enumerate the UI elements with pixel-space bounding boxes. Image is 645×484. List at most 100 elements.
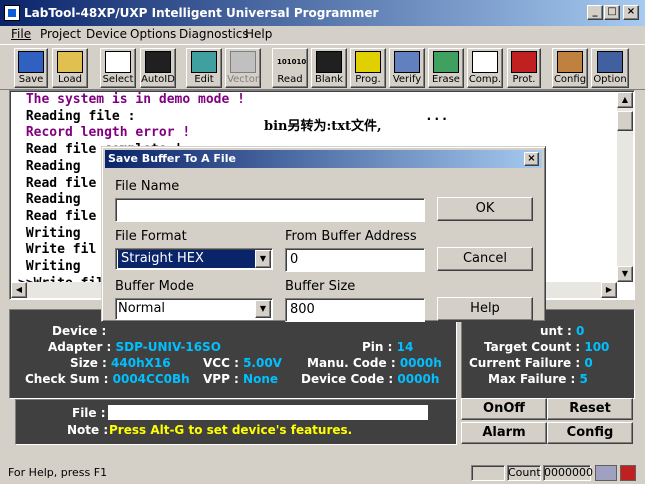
scroll-thumb[interactable] xyxy=(617,111,633,131)
menu-file[interactable]: File xyxy=(11,26,31,44)
window-title: LabTool-48XP/UXP Intelligent Universal P… xyxy=(24,6,379,20)
erase-button[interactable]: Erase xyxy=(428,48,464,88)
max-failure-row: Max Failure : 5 xyxy=(488,372,588,386)
program-button[interactable]: Prog. xyxy=(350,48,386,88)
manu-code-row: Manu. Code : 0000h xyxy=(307,356,442,370)
buffer-mode-select[interactable]: Normal ▼ xyxy=(115,298,273,320)
select-icon xyxy=(105,51,131,73)
buffer-mode-label: Buffer Mode xyxy=(115,279,195,294)
status-alert-icon xyxy=(620,465,636,481)
alarm-button[interactable]: Alarm xyxy=(461,422,547,444)
program-icon xyxy=(355,51,381,73)
from-address-label: From Buffer Address xyxy=(285,229,417,244)
adapter-row: Adapter : SDP-UNIV-16SO xyxy=(48,340,221,354)
vector-icon xyxy=(230,51,256,73)
read-icon: 101010 xyxy=(277,58,307,66)
blank-icon xyxy=(316,51,342,73)
chevron-down-icon[interactable]: ▼ xyxy=(255,300,271,318)
target-count-row: Target Count : 100 xyxy=(484,340,610,354)
scroll-up-icon[interactable]: ▲ xyxy=(617,92,633,108)
save-buffer-dialog: Save Buffer To A File × File Name File F… xyxy=(101,146,546,322)
scroll-left-icon[interactable]: ◀ xyxy=(11,282,27,298)
autoid-button[interactable]: AutoID xyxy=(140,48,176,88)
protect-button[interactable]: Prot. xyxy=(507,48,541,88)
chevron-down-icon[interactable]: ▼ xyxy=(255,250,271,268)
vertical-scrollbar[interactable]: ▲ ▼ xyxy=(617,92,633,282)
buffer-size-input[interactable]: 800 xyxy=(285,298,425,322)
select-button[interactable]: Select xyxy=(100,48,136,88)
file-format-label: File Format xyxy=(115,229,187,244)
menu-options[interactable]: Options xyxy=(130,26,176,44)
count-row: unt : 0 xyxy=(540,324,585,338)
file-label: File : xyxy=(72,406,106,420)
toolbar: Save Load Select AutoID Edit Vector 1010… xyxy=(0,44,645,90)
onoff-button[interactable]: OnOff xyxy=(461,398,547,420)
load-icon xyxy=(57,51,83,73)
save-icon xyxy=(18,51,44,73)
from-address-input[interactable]: 0 xyxy=(285,248,425,272)
menu-help[interactable]: Help xyxy=(245,26,272,44)
scroll-right-icon[interactable]: ▶ xyxy=(601,282,617,298)
file-format-value: Straight HEX xyxy=(118,250,256,268)
compare-icon xyxy=(472,51,498,73)
verify-icon xyxy=(394,51,420,73)
option-icon xyxy=(597,51,623,73)
buffer-size-label: Buffer Size xyxy=(285,279,356,294)
reset-button[interactable]: Reset xyxy=(547,398,633,420)
file-format-select[interactable]: Straight HEX ▼ xyxy=(115,248,273,270)
menu-bar: File Project Device Options Diagnostics … xyxy=(0,26,645,44)
edit-button[interactable]: Edit xyxy=(186,48,222,88)
vector-button[interactable]: Vector xyxy=(225,48,261,88)
device-info-panel: Device : Adapter : SDP-UNIV-16SO Pin : 1… xyxy=(9,309,457,399)
compare-button[interactable]: Comp. xyxy=(467,48,503,88)
size-row: Size : 440hX16 xyxy=(70,356,171,370)
note-text: Press Alt-G to set device's features. xyxy=(109,423,353,437)
option-button[interactable]: Option xyxy=(591,48,629,88)
title-bar: LabTool-48XP/UXP Intelligent Universal P… xyxy=(0,0,645,26)
status-indicator-icon xyxy=(595,465,617,481)
note-label: Note : xyxy=(67,423,109,437)
file-name-input[interactable] xyxy=(115,198,425,222)
save-button[interactable]: Save xyxy=(14,48,48,88)
protect-icon xyxy=(511,51,537,73)
maximize-button[interactable]: □ xyxy=(604,5,620,20)
blank-button[interactable]: Blank xyxy=(311,48,347,88)
status-pane xyxy=(471,465,505,481)
cancel-button[interactable]: Cancel xyxy=(437,247,533,271)
dialog-title: Save Buffer To A File xyxy=(108,152,236,165)
vcc-row: VCC : 5.00V xyxy=(203,356,282,370)
ok-button[interactable]: OK xyxy=(437,197,533,221)
menu-device[interactable]: Device xyxy=(86,26,127,44)
edit-icon xyxy=(191,51,217,73)
config-icon xyxy=(557,51,583,73)
help-button[interactable]: Help xyxy=(437,297,533,321)
file-panel: File : Note : Press Alt-G to set device'… xyxy=(15,399,457,445)
app-icon xyxy=(4,5,20,21)
config-toolbar-button[interactable]: Config xyxy=(552,48,588,88)
count-label: Count xyxy=(507,465,541,481)
load-button[interactable]: Load xyxy=(52,48,88,88)
dialog-close-icon[interactable]: × xyxy=(524,152,539,166)
menu-project[interactable]: Project xyxy=(40,26,81,44)
stats-panel: unt : 0 Target Count : 100 Current Failu… xyxy=(461,309,635,399)
status-bar: For Help, press F1 Count 0000000 xyxy=(0,462,645,484)
read-button[interactable]: 101010 Read xyxy=(272,48,308,88)
verify-button[interactable]: Verify xyxy=(389,48,425,88)
file-name-label: File Name xyxy=(115,179,180,194)
log-line: The system is in demo mode ! xyxy=(18,92,245,107)
help-hint: For Help, press F1 xyxy=(8,466,108,479)
minimize-button[interactable]: _ xyxy=(587,5,603,20)
pin-row: Pin : 14 xyxy=(362,340,414,354)
scroll-down-icon[interactable]: ▼ xyxy=(617,266,633,282)
file-path-field[interactable] xyxy=(108,405,428,420)
close-button[interactable]: × xyxy=(623,5,639,20)
device-row: Device : xyxy=(52,324,107,338)
checksum-row: Check Sum : 0004CC0Bh xyxy=(25,372,190,386)
buffer-mode-value: Normal xyxy=(118,301,166,316)
device-code-row: Device Code : 0000h xyxy=(301,372,440,386)
dialog-title-bar: Save Buffer To A File × xyxy=(105,150,542,168)
count-value: 0000000 xyxy=(543,465,593,481)
menu-diagnostics[interactable]: Diagnostics xyxy=(179,26,249,44)
config-panel-button[interactable]: Config xyxy=(547,422,633,444)
autoid-icon xyxy=(145,51,171,73)
